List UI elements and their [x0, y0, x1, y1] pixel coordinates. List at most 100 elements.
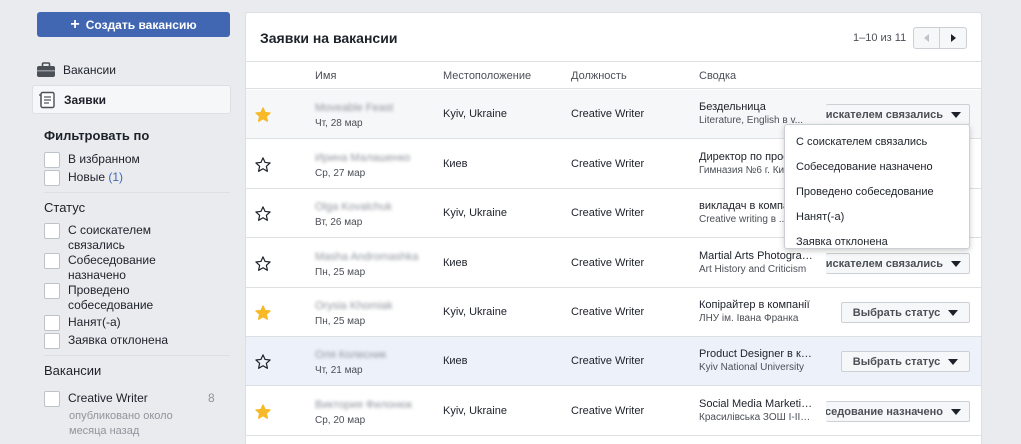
applicant-name[interactable]: Оля Колесник — [315, 349, 386, 361]
divider — [44, 192, 230, 193]
table-row[interactable]: Оля Колесник Чт, 21 мар Киев Creative Write… — [246, 337, 981, 386]
star-outline-icon[interactable] — [254, 156, 272, 174]
column-summary[interactable]: Сводка — [699, 70, 736, 82]
applicant-name[interactable]: Moveable Feast — [315, 102, 393, 114]
status-select-label: Выбрать статус — [852, 306, 941, 319]
status-filter-hired[interactable]: Нанят(-а) — [44, 315, 178, 331]
status-filter-contacted[interactable]: С соискателем связались — [44, 223, 168, 253]
vacancy-subtitle: опубликовано около месяца назад — [69, 410, 173, 437]
status-select-label: Выбрать статус — [852, 355, 941, 368]
summary-detail: Kyiv National University — [699, 362, 805, 373]
star-filled-icon[interactable] — [254, 304, 272, 322]
new-count: (1) — [108, 170, 124, 184]
menu-item-hired[interactable]: Нанят(-а) — [785, 204, 969, 229]
new-checkbox[interactable] — [44, 170, 60, 186]
star-outline-icon[interactable] — [254, 255, 272, 273]
star-outline-icon[interactable] — [254, 353, 272, 371]
summary-title: Бездельница — [699, 101, 766, 113]
applicant-position: Creative Writer — [571, 355, 645, 367]
next-page-button[interactable] — [940, 28, 966, 48]
menu-item-scheduled[interactable]: Собеседование назначено — [785, 154, 969, 179]
status-checkbox[interactable] — [44, 283, 60, 299]
nav-label: Вакансии — [63, 62, 116, 77]
applicant-name[interactable]: Olga Kovalchuk — [315, 201, 392, 213]
status-checkbox[interactable] — [44, 333, 60, 349]
application-form-icon — [37, 91, 57, 109]
briefcase-icon — [36, 61, 56, 79]
table-row[interactable]: Orysia Khomiak Пн, 25 мар Kyiv, Ukraine Cre… — [246, 288, 981, 337]
applicant-summary: Копірайтер в компанії ЛНУ ім. Івана Франк… — [699, 299, 813, 324]
caret-down-icon — [951, 111, 961, 118]
status-label: Проведено собеседование — [68, 283, 154, 312]
nav-item-vacancies[interactable]: Вакансии — [32, 55, 231, 84]
column-position[interactable]: Должность — [571, 70, 627, 82]
menu-item-rejected[interactable]: Заявка отклонена — [785, 229, 969, 254]
star-filled-icon[interactable] — [254, 106, 272, 124]
applicant-location: Киев — [443, 158, 468, 170]
star-outline-icon[interactable] — [254, 205, 272, 223]
status-select-label: Собеседование назначено — [826, 405, 943, 418]
status-select[interactable]: Выбрать статус — [841, 351, 970, 372]
applicant-location: Киев — [443, 257, 468, 269]
vacancy-checkbox[interactable] — [44, 391, 60, 407]
caret-down-icon — [951, 408, 961, 415]
menu-item-interviewed[interactable]: Проведено собеседование — [785, 179, 969, 204]
summary-detail: Красилівська ЗОШ І-ІІІ ст. — [699, 412, 813, 423]
nav-label: Заявки — [64, 92, 106, 107]
application-date: Ср, 27 мар — [315, 168, 366, 179]
table-header: Имя Местоположение Должность Сводка — [246, 61, 981, 89]
caret-down-icon — [948, 358, 959, 365]
applicant-name[interactable]: Orysia Khomiak — [315, 300, 393, 312]
applicant-name[interactable]: Masha Andromashka — [315, 251, 418, 263]
status-checkbox[interactable] — [44, 253, 60, 269]
applicant-summary: Social Media Marketing Красилівська ЗОШ І… — [699, 398, 813, 423]
favorites-checkbox[interactable] — [44, 152, 60, 168]
applicant-name[interactable]: Виктория Филонюк — [315, 399, 412, 411]
table-row[interactable]: Виктория Филонюк Ср, 20 мар Kyiv, Ukraine C… — [246, 387, 981, 436]
status-checkbox[interactable] — [44, 223, 60, 239]
status-filter-scheduled[interactable]: Собеседование назначено — [44, 253, 168, 283]
applicant-location: Kyiv, Ukraine — [443, 405, 507, 417]
applicant-location: Kyiv, Ukraine — [443, 108, 507, 120]
vacancy-label: Creative Writer — [68, 391, 148, 405]
applicant-location: Kyiv, Ukraine — [443, 306, 507, 318]
create-vacancy-button[interactable]: + Создать вакансию — [37, 12, 230, 37]
status-filter-rejected[interactable]: Заявка отклонена — [44, 333, 178, 349]
applicant-location: Kyiv, Ukraine — [443, 207, 507, 219]
nav-item-applications[interactable]: Заявки — [32, 85, 231, 114]
prev-page-button[interactable] — [914, 28, 941, 48]
applicant-position: Creative Writer — [571, 257, 645, 269]
status-label: Заявка отклонена — [68, 333, 169, 347]
status-title: Статус — [44, 200, 86, 215]
status-label: С соискателем связались — [68, 223, 151, 252]
column-name[interactable]: Имя — [315, 70, 336, 82]
application-date: Ср, 20 мар — [315, 415, 366, 426]
status-select[interactable]: С соискателем связались — [826, 253, 970, 274]
application-date: Вт, 26 мар — [315, 217, 363, 228]
applicant-location: Киев — [443, 355, 468, 367]
status-filter-interviewed[interactable]: Проведено собеседование — [44, 283, 168, 313]
status-select[interactable]: С соискателем связались — [826, 104, 970, 125]
status-dropdown-menu: С соискателем связались Собеседование на… — [784, 124, 970, 249]
vacancy-filter[interactable]: Creative Writer — [44, 391, 198, 407]
applicant-position: Creative Writer — [571, 207, 645, 219]
filter-favorites[interactable]: В избранном — [44, 152, 178, 168]
status-label: Собеседование назначено — [68, 253, 156, 282]
filter-new[interactable]: Новые (1) — [44, 170, 178, 186]
application-date: Пн, 25 мар — [315, 316, 366, 327]
summary-title: Product Designer в компании — [699, 348, 813, 360]
status-select[interactable]: Выбрать статус — [841, 302, 970, 323]
summary-title: Копірайтер в компанії — [699, 299, 810, 311]
star-filled-icon[interactable] — [254, 403, 272, 421]
status-checkbox[interactable] — [44, 315, 60, 331]
applicant-summary: Бездельница Literature, English в v... — [699, 101, 813, 126]
applicant-name[interactable]: Ирина Малашенко — [315, 152, 410, 164]
menu-item-contacted[interactable]: С соискателем связались — [785, 129, 969, 154]
pager — [913, 27, 967, 49]
application-date: Чт, 21 мар — [315, 365, 363, 376]
caret-down-icon — [948, 309, 959, 316]
status-select[interactable]: Собеседование назначено — [826, 401, 970, 422]
divider — [44, 355, 230, 356]
applicant-position: Creative Writer — [571, 158, 645, 170]
column-location[interactable]: Местоположение — [443, 70, 531, 82]
